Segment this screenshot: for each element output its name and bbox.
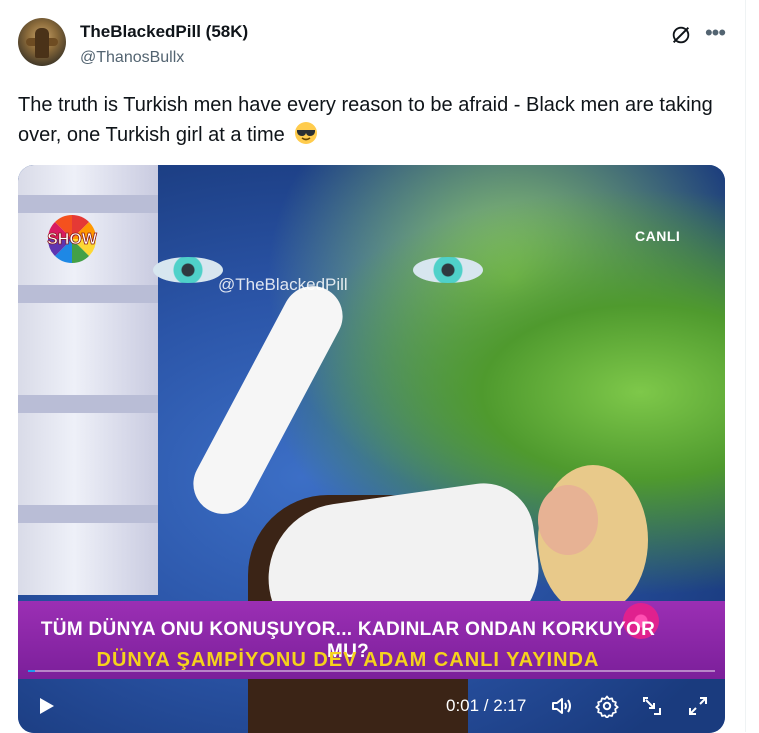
tweet-body: The truth is Turkish men have every reas…	[18, 94, 713, 146]
author-handle[interactable]: @ThanosBullx	[80, 47, 184, 69]
video-progress-fill	[28, 670, 35, 672]
fullscreen-icon[interactable]	[686, 694, 710, 718]
backdrop-eye-left	[153, 257, 223, 283]
volume-icon[interactable]	[550, 694, 574, 718]
video-controls: 0:01 / 2:17	[18, 680, 725, 730]
show-tv-logo: SHOW	[47, 214, 98, 263]
author-display-name[interactable]: TheBlackedPill (58K)	[80, 21, 248, 43]
ticker-subheadline: DÜNYA ŞAMPİYONU DEV ADAM CANLI YAYINDA	[96, 649, 600, 671]
woman-legs	[182, 275, 354, 525]
sunglasses-emoji-icon	[295, 122, 318, 144]
show-logo-text: SHOW	[47, 231, 98, 248]
video-progress-bar[interactable]	[28, 670, 715, 672]
column-divider	[745, 0, 746, 732]
live-badge: CANLI	[635, 228, 681, 244]
video-time: 0:01 / 2:17	[446, 696, 527, 715]
video-player[interactable]: SHOW CANLI @TheBlackedPill TÜM DÜNYA ONU…	[18, 165, 725, 733]
woman-face	[538, 485, 598, 555]
avatar[interactable]	[18, 18, 66, 66]
avatar-figure	[35, 28, 49, 58]
tweet-text: The truth is Turkish men have every reas…	[18, 90, 738, 150]
settings-icon[interactable]	[595, 694, 619, 718]
video-watermark: @TheBlackedPill	[218, 275, 348, 294]
picture-in-picture-icon[interactable]	[640, 694, 664, 718]
news-ticker: TÜM DÜNYA ONU KONUŞUYOR... KADINLAR ONDA…	[18, 601, 725, 679]
grok-icon[interactable]	[670, 24, 692, 46]
backdrop-eye-right	[413, 257, 483, 283]
more-icon[interactable]: •••	[703, 22, 727, 46]
play-icon[interactable]	[34, 694, 58, 718]
